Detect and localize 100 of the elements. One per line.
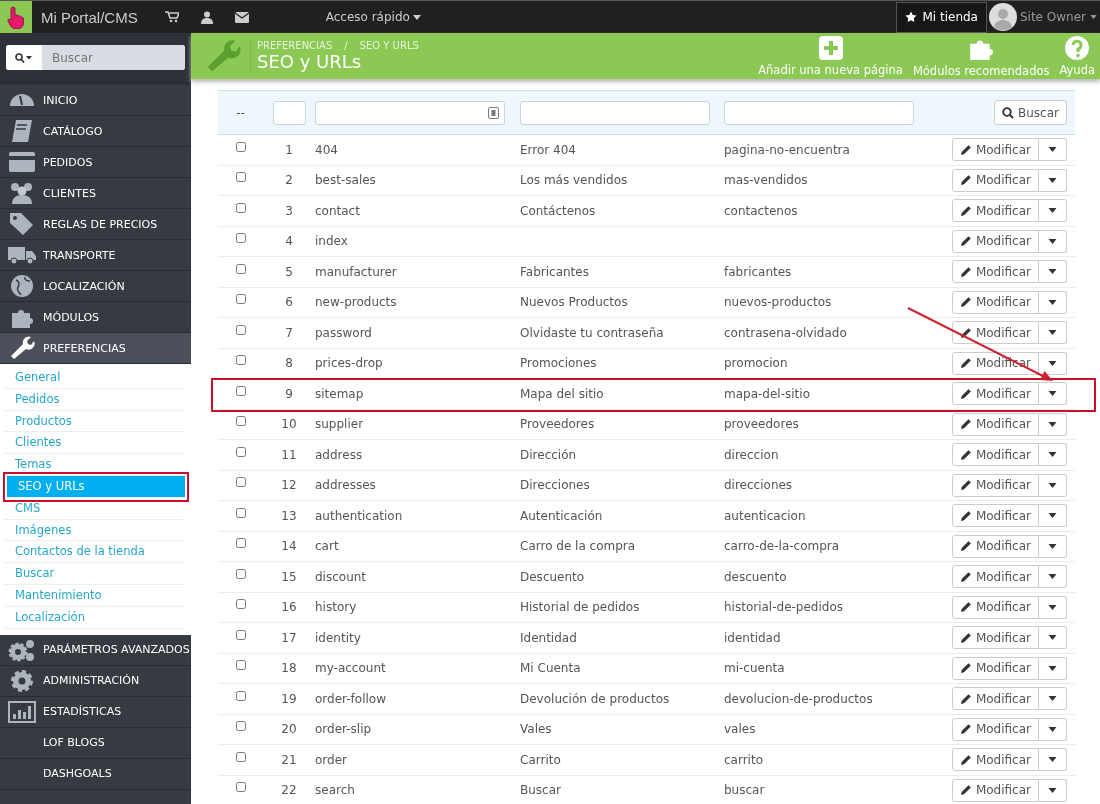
row-checkbox[interactable] <box>235 233 246 244</box>
row-checkbox[interactable] <box>235 477 246 488</box>
dropdown-toggle[interactable] <box>1039 748 1067 772</box>
brand-name[interactable]: Mi Portal/CMS <box>41 8 138 26</box>
row-checkbox[interactable] <box>235 324 246 335</box>
row-checkbox[interactable] <box>235 629 246 640</box>
title-cell: Error 404 <box>520 142 576 157</box>
row-checkbox[interactable] <box>235 355 246 366</box>
edit-button[interactable]: Modificar <box>951 412 1039 436</box>
edit-button[interactable]: Modificar <box>951 382 1039 406</box>
id-filter-field[interactable] <box>272 100 306 125</box>
row-checkbox[interactable] <box>235 660 246 671</box>
edit-button[interactable]: Modificar <box>951 260 1039 284</box>
dropdown-toggle[interactable] <box>1039 229 1067 253</box>
dropdown-toggle[interactable] <box>1039 626 1067 650</box>
row-checkbox[interactable] <box>235 294 246 305</box>
page-filter-field[interactable] <box>315 100 505 125</box>
dropdown-toggle[interactable] <box>1039 473 1067 497</box>
dropdown-toggle[interactable] <box>1039 534 1067 558</box>
row-checkbox[interactable] <box>235 568 246 579</box>
edit-button[interactable]: Modificar <box>951 534 1039 558</box>
edit-button[interactable]: Modificar <box>951 626 1039 650</box>
logo-icon[interactable] <box>0 1 32 33</box>
dropdown-toggle[interactable] <box>1039 778 1067 802</box>
menu-item[interactable]: CLIENTES <box>0 178 191 209</box>
edit-button[interactable]: Modificar <box>951 443 1039 467</box>
dropdown-toggle[interactable] <box>1039 351 1067 375</box>
shop-button[interactable]: Mi tienda <box>896 1 987 33</box>
url-cell: direcciones <box>724 478 793 493</box>
menu-item[interactable]: ESTADÍSTICAS <box>0 696 191 728</box>
dropdown-toggle[interactable] <box>1039 687 1067 711</box>
menu-item[interactable]: CATÁLOGO <box>0 116 191 147</box>
user-icon[interactable] <box>200 10 213 24</box>
menu-item[interactable]: ADMINISTRACIÓN <box>0 665 191 697</box>
page-cell: supplier <box>315 417 364 432</box>
row-checkbox[interactable] <box>235 690 246 701</box>
edit-button[interactable]: Modificar <box>951 595 1039 619</box>
url-filter-field[interactable] <box>724 100 914 125</box>
edit-button[interactable]: Modificar <box>951 748 1039 772</box>
cart-icon[interactable] <box>164 11 179 23</box>
user-menu[interactable]: Site Owner <box>1016 10 1100 24</box>
title-cell: Identidad <box>520 630 577 645</box>
edit-button[interactable]: Modificar <box>951 656 1039 680</box>
dropdown-toggle[interactable] <box>1039 260 1067 284</box>
title-filter-field[interactable] <box>520 100 710 125</box>
row-checkbox[interactable] <box>235 599 246 610</box>
row-checkbox[interactable] <box>235 782 246 793</box>
dropdown-toggle[interactable] <box>1039 717 1067 741</box>
title-cell: Fabricantes <box>520 264 589 279</box>
edit-button[interactable]: Modificar <box>951 168 1039 192</box>
pencil-icon <box>959 601 972 614</box>
dropdown-toggle[interactable] <box>1039 443 1067 467</box>
dropdown-toggle[interactable] <box>1039 290 1067 314</box>
mail-icon[interactable] <box>234 11 249 23</box>
dropdown-toggle[interactable] <box>1039 504 1067 528</box>
dropdown-toggle[interactable] <box>1039 412 1067 436</box>
edit-button[interactable]: Modificar <box>951 290 1039 314</box>
pencil-icon <box>959 479 972 492</box>
quick-access-menu[interactable]: Acceso rápido <box>319 9 427 25</box>
dropdown-toggle[interactable] <box>1039 168 1067 192</box>
menu-item[interactable]: LOCALIZACIÓN <box>0 271 191 302</box>
menu-item[interactable]: PEDIDOS <box>0 147 191 178</box>
menu-item[interactable]: REGLAS DE PRECIOS <box>0 209 191 240</box>
row-checkbox[interactable] <box>235 385 246 396</box>
row-checkbox[interactable] <box>235 507 246 518</box>
menu-item[interactable]: PREFERENCIAS <box>0 333 191 364</box>
avatar-icon[interactable] <box>988 3 1017 31</box>
menu-item[interactable]: TRANSPORTE <box>0 240 191 271</box>
dropdown-toggle[interactable] <box>1039 656 1067 680</box>
menu-item[interactable]: INICIO <box>0 85 191 116</box>
edit-button[interactable]: Modificar <box>951 778 1039 802</box>
dropdown-toggle[interactable] <box>1039 565 1067 589</box>
edit-button[interactable]: Modificar <box>951 229 1039 253</box>
dropdown-toggle[interactable] <box>1039 595 1067 619</box>
dropdown-toggle[interactable] <box>1039 321 1067 345</box>
edit-button[interactable]: Modificar <box>951 138 1039 162</box>
dropdown-toggle[interactable] <box>1039 382 1067 406</box>
search-button[interactable]: Buscar <box>994 100 1067 125</box>
edit-button[interactable]: Modificar <box>951 504 1039 528</box>
row-checkbox[interactable] <box>235 141 246 152</box>
edit-button[interactable]: Modificar <box>951 321 1039 345</box>
dropdown-toggle[interactable] <box>1039 199 1067 223</box>
row-checkbox[interactable] <box>235 202 246 213</box>
row-checkbox[interactable] <box>235 721 246 732</box>
edit-button[interactable]: Modificar <box>951 565 1039 589</box>
edit-button[interactable]: Modificar <box>951 687 1039 711</box>
dropdown-toggle[interactable] <box>1039 138 1067 162</box>
search-menu-button[interactable] <box>6 45 42 70</box>
edit-button[interactable]: Modificar <box>951 199 1039 223</box>
row-checkbox[interactable] <box>235 263 246 274</box>
row-checkbox[interactable] <box>235 446 246 457</box>
title-cell: Descuento <box>520 569 585 584</box>
row-checkbox[interactable] <box>235 538 246 549</box>
row-checkbox[interactable] <box>235 416 246 427</box>
edit-button[interactable]: Modificar <box>951 473 1039 497</box>
row-checkbox[interactable] <box>235 751 246 762</box>
row-checkbox[interactable] <box>235 172 246 183</box>
edit-button[interactable]: Modificar <box>951 717 1039 741</box>
menu-item[interactable]: PARÁMETROS AVANZADOS <box>0 634 191 666</box>
search-bar[interactable]: Buscar <box>6 45 185 70</box>
